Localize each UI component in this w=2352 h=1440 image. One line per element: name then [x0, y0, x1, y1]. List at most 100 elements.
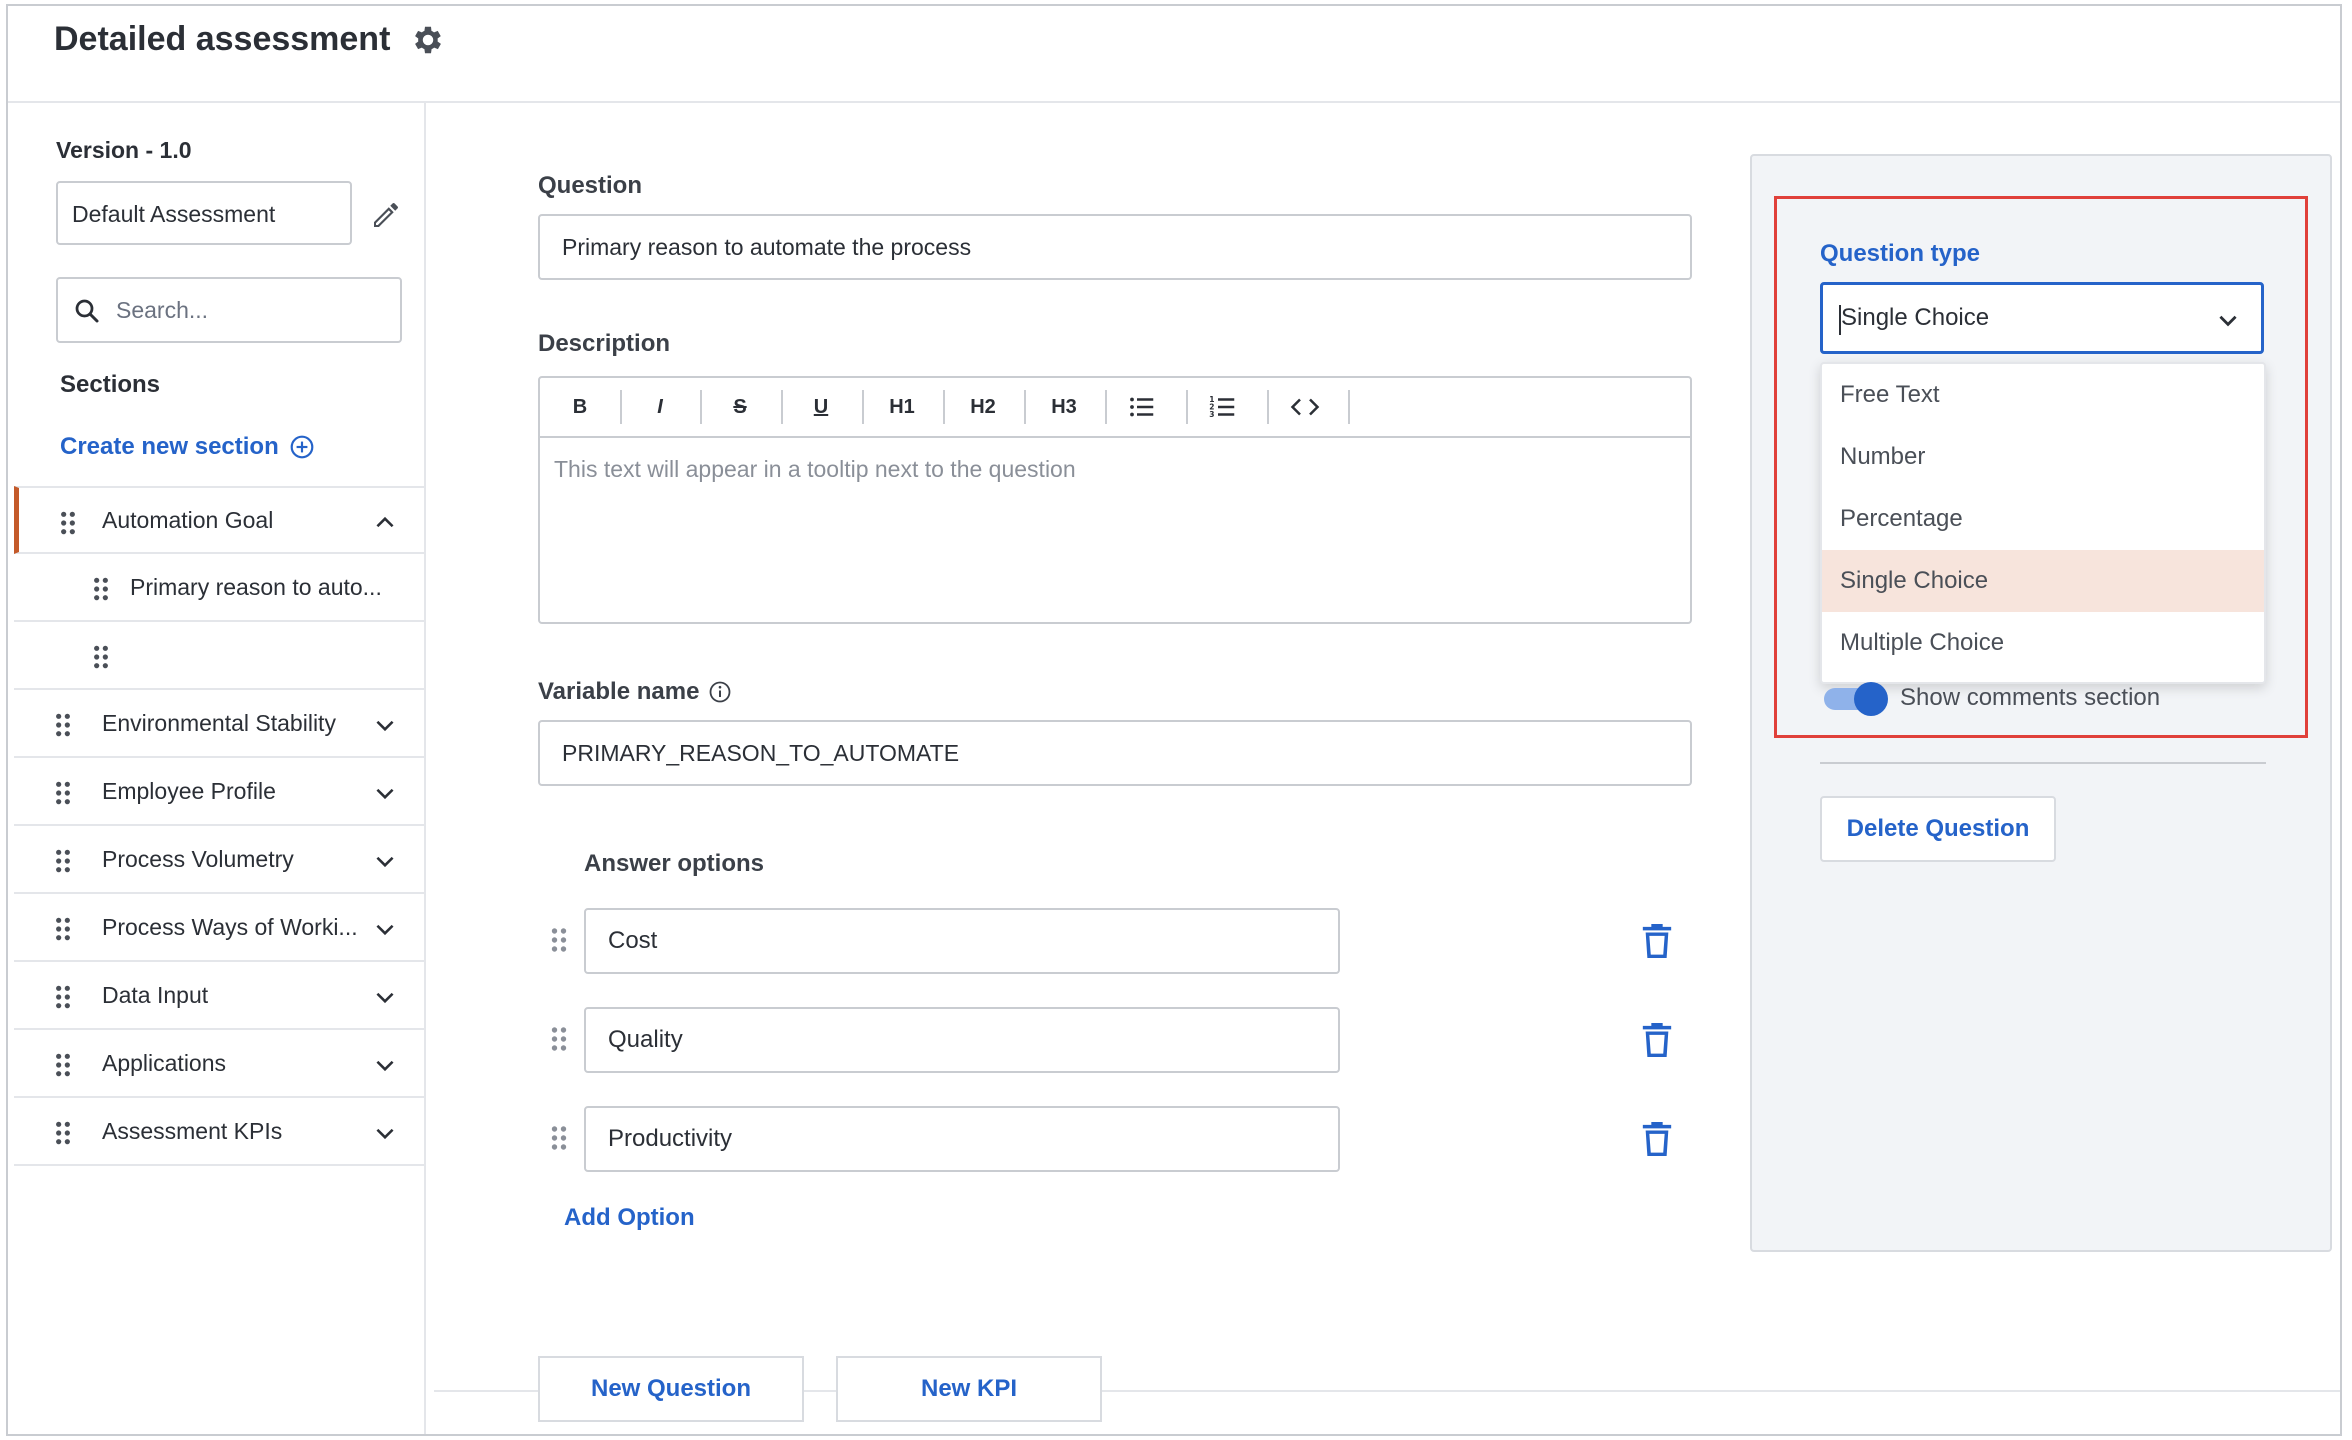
sidebar-item-automation-goal[interactable]: Automation Goal [14, 486, 426, 554]
chevron-down-icon[interactable] [372, 780, 398, 806]
toggle-knob [1854, 682, 1888, 716]
description-label: Description [538, 330, 671, 357]
sidebar-item-label: Applications [102, 1049, 227, 1076]
drag-handle-icon[interactable] [54, 984, 72, 1010]
strikethrough-button[interactable]: S [720, 392, 760, 422]
drag-handle-icon[interactable] [54, 1052, 72, 1078]
sidebar-item-label: Employee Profile [102, 777, 276, 804]
gear-icon[interactable] [410, 22, 446, 58]
toolbar-divider [1267, 390, 1269, 424]
search-placeholder: Search... [116, 297, 209, 323]
show-comments-toggle[interactable] [1824, 682, 1888, 716]
trash-icon[interactable] [1642, 1122, 1672, 1156]
trash-icon[interactable] [1642, 924, 1672, 958]
search-icon [75, 299, 99, 323]
chevron-down-icon[interactable] [372, 712, 398, 738]
drag-handle-icon[interactable] [54, 780, 72, 806]
trash-icon[interactable] [1642, 1023, 1672, 1057]
drag-handle-icon[interactable] [92, 576, 110, 602]
dropdown-option-number[interactable]: Number [1822, 426, 2264, 488]
chevron-down-icon[interactable] [372, 984, 398, 1010]
add-option-link[interactable]: Add Option [564, 1204, 695, 1232]
chevron-down-icon[interactable] [372, 848, 398, 874]
bulleted-list-icon[interactable] [1127, 392, 1157, 422]
sidebar-item-assessment-kpis[interactable]: Assessment KPIs [14, 1098, 426, 1166]
sidebar-subitem-empty[interactable] [14, 622, 426, 690]
question-type-select[interactable]: Single Choice [1820, 282, 2264, 354]
create-section-link[interactable]: Create new section [60, 433, 315, 461]
sidebar-item-applications[interactable]: Applications [14, 1030, 426, 1098]
sidebar-item-environmental-stability[interactable]: Environmental Stability [14, 690, 426, 758]
chevron-down-icon[interactable] [372, 1120, 398, 1146]
drag-handle-icon[interactable] [54, 1120, 72, 1146]
description-editor[interactable]: B I S U H1 H2 H3 123 This text will appe… [538, 376, 1692, 624]
chevron-up-icon[interactable] [372, 510, 398, 536]
question-input[interactable]: Primary reason to automate the process [538, 214, 1692, 280]
toolbar-divider [1186, 390, 1188, 424]
toolbar-divider [1105, 390, 1107, 424]
sidebar-item-employee-profile[interactable]: Employee Profile [14, 758, 426, 826]
question-type-dropdown: Free Text Number Percentage Single Choic… [1820, 362, 2266, 684]
underline-button[interactable]: U [801, 392, 841, 422]
new-question-button[interactable]: New Question [538, 1356, 804, 1422]
sidebar: Version - 1.0 Default Assessment Search.… [14, 103, 426, 1434]
question-type-value: Single Choice [1841, 304, 1990, 331]
dropdown-option-free-text[interactable]: Free Text [1822, 364, 2264, 426]
drag-handle-icon[interactable] [54, 848, 72, 874]
sidebar-subitem-label: Primary reason to auto... [130, 574, 382, 600]
sidebar-item-process-volumetry[interactable]: Process Volumetry [14, 826, 426, 894]
pencil-icon[interactable] [370, 199, 402, 231]
drag-handle-icon[interactable] [550, 926, 568, 954]
drag-handle-icon[interactable] [59, 510, 77, 536]
answer-option-input[interactable]: Cost [584, 908, 1340, 974]
app-window: Detailed assessment Version - 1.0 Defaul… [6, 4, 2342, 1436]
chevron-down-icon[interactable] [372, 916, 398, 942]
variable-name-input[interactable]: PRIMARY_REASON_TO_AUTOMATE [538, 720, 1692, 786]
info-icon[interactable] [708, 680, 732, 704]
drag-handle-icon[interactable] [550, 1025, 568, 1053]
show-comments-label: Show comments section [1900, 684, 2161, 711]
question-type-label: Question type [1820, 240, 1981, 267]
drag-handle-icon[interactable] [550, 1124, 568, 1152]
plus-circle-icon [290, 435, 314, 459]
answer-option-input[interactable]: Quality [584, 1007, 1340, 1073]
drag-handle-icon[interactable] [54, 916, 72, 942]
heading1-button[interactable]: H1 [882, 392, 922, 422]
question-label: Question [538, 172, 643, 199]
sidebar-item-process-ways-of-working[interactable]: Process Ways of Worki... [14, 894, 426, 962]
dropdown-option-single-choice[interactable]: Single Choice [1822, 550, 2264, 612]
drag-handle-icon[interactable] [92, 644, 110, 670]
sidebar-item-data-input[interactable]: Data Input [14, 962, 426, 1030]
delete-question-button[interactable]: Delete Question [1820, 796, 2056, 862]
sidebar-item-label: Process Ways of Worki... [102, 913, 358, 940]
search-input[interactable]: Search... [56, 277, 402, 343]
drag-handle-icon[interactable] [54, 712, 72, 738]
bold-button[interactable]: B [560, 392, 600, 422]
chevron-down-icon[interactable] [372, 1052, 398, 1078]
chevron-down-icon [2219, 315, 2237, 327]
svg-text:3: 3 [1209, 410, 1214, 419]
dropdown-option-multiple-choice[interactable]: Multiple Choice [1822, 612, 2264, 674]
heading2-button[interactable]: H2 [963, 392, 1003, 422]
create-section-label: Create new section [60, 433, 279, 460]
toolbar-divider [781, 390, 783, 424]
sidebar-item-label: Process Volumetry [102, 845, 294, 872]
version-label: Version - 1.0 [56, 137, 192, 163]
description-placeholder: This text will appear in a tooltip next … [554, 456, 1076, 482]
sidebar-subitem-question[interactable]: Primary reason to auto... [14, 554, 426, 622]
code-icon[interactable] [1290, 392, 1320, 422]
heading3-button[interactable]: H3 [1044, 392, 1084, 422]
sidebar-item-label: Data Input [102, 981, 209, 1008]
variable-name-label: Variable name [538, 678, 700, 705]
answer-option-input[interactable]: Productivity [584, 1106, 1340, 1172]
toolbar-divider [620, 390, 622, 424]
sidebar-item-label: Automation Goal [102, 506, 274, 533]
dropdown-option-percentage[interactable]: Percentage [1822, 488, 2264, 550]
page-title: Detailed assessment [54, 20, 391, 58]
new-kpi-button[interactable]: New KPI [836, 1356, 1102, 1422]
assessment-name-field[interactable]: Default Assessment [56, 181, 352, 245]
toolbar-divider [943, 390, 945, 424]
italic-button[interactable]: I [640, 392, 680, 422]
numbered-list-icon[interactable]: 123 [1208, 392, 1238, 422]
toolbar-divider [862, 390, 864, 424]
